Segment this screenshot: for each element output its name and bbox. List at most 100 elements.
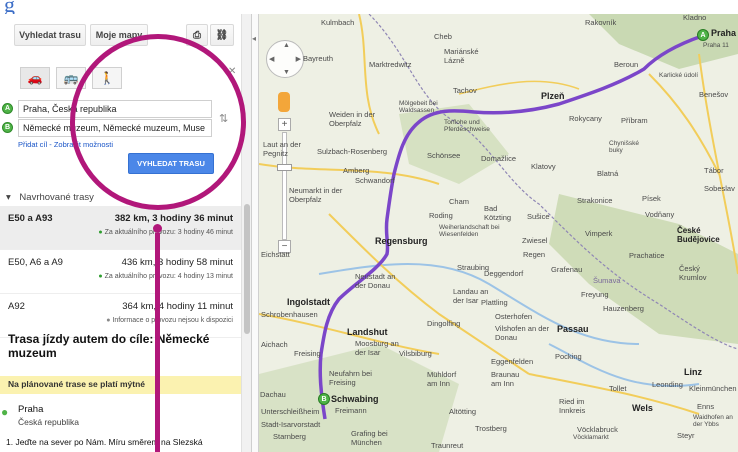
panel-collapse-handle[interactable]: ◂	[252, 14, 259, 452]
map-label: Schwabing	[331, 394, 379, 404]
start-pin-icon: ●	[1, 405, 9, 419]
map-label: Domažlice	[481, 154, 517, 163]
map-label: Zwiesel	[522, 236, 548, 245]
map-label: Waidhofen an der Ybbs	[693, 414, 733, 428]
map-label: Osterhofen	[495, 312, 533, 321]
highway	[648, 73, 720, 175]
route-option[interactable]: E50 a A93 382 km, 3 hodiny 36 minut ● Za…	[0, 206, 241, 250]
map-label: Karlické údolí	[659, 72, 699, 79]
map-label: Vilsbiburg	[399, 349, 432, 358]
map-label: Altötting	[449, 407, 477, 416]
map-label: Vimperk	[585, 229, 613, 238]
car-icon[interactable]: 🚗	[20, 67, 50, 89]
pan-down-icon[interactable]: ▼	[283, 69, 290, 76]
map-label: Ried im Innkreis	[559, 397, 586, 415]
map-label: Freimann	[335, 406, 367, 415]
map-label: Grafing bei München	[351, 429, 388, 447]
map-label: Klatovy	[531, 162, 556, 171]
map-label: Dachau	[260, 390, 286, 399]
route-traffic: ● Informace o provozu nejsou k dispozici	[106, 317, 233, 324]
map-label: Deggendorf	[484, 269, 524, 278]
pan-right-icon[interactable]: ▶	[296, 55, 301, 63]
pan-left-icon[interactable]: ◀	[269, 55, 274, 63]
chevron-left-icon[interactable]: ◂	[252, 34, 256, 43]
callout-line	[155, 233, 160, 452]
marker-a-icon[interactable]: A	[697, 29, 709, 41]
route-distance: 364 km, 4 hodiny 11 minut	[122, 301, 233, 312]
map-label: Bayreuth	[303, 54, 334, 63]
scrollbar-thumb[interactable]	[244, 204, 250, 334]
map-label: Kulmbach	[321, 18, 355, 27]
map-label: Wels	[632, 403, 653, 413]
suggested-routes-header[interactable]: ▾ Navrhované trasy	[6, 192, 94, 203]
direction-step[interactable]: 1. Jeďte na sever po Nám. Míru směrem na…	[6, 437, 234, 448]
map-label: Weiherlandschaft bei Wiesenfelden	[439, 224, 500, 238]
terrain-area	[399, 104, 509, 184]
map-label: Cham	[449, 197, 470, 206]
map-label: Mariánské Lázně	[444, 47, 479, 65]
map-label: Cheb	[434, 32, 452, 41]
page-header: g	[0, 0, 738, 17]
map-label: Aichach	[261, 340, 288, 349]
map-label: Mühldorf am Inn	[427, 370, 457, 388]
map-label: Ingolstadt	[287, 297, 330, 307]
map-label: Chynišské buky	[609, 140, 639, 154]
directions-title: Trasa jízdy autem do cíle: Německé muzeu…	[8, 332, 210, 361]
route-traffic: ● Za aktuálního provozu: 4 hodiny 13 min…	[98, 273, 233, 280]
get-directions-button[interactable]: Vyhledat trasu	[14, 24, 86, 46]
map-label: Moosburg an der Isar	[355, 339, 399, 357]
route-name: A92	[8, 301, 25, 312]
pan-up-icon[interactable]: ▲	[283, 42, 290, 49]
map-label: Plzeň	[541, 91, 565, 101]
map-label: Tollet	[609, 384, 627, 393]
map-label: Starnberg	[273, 432, 306, 441]
map-label: Strakonice	[577, 196, 613, 205]
street-view-icon[interactable]	[278, 92, 290, 112]
map-label: Hauzenberg	[603, 304, 644, 313]
route-option[interactable]: E50, A6 a A9 436 km, 3 hodiny 58 minut ●…	[0, 250, 241, 294]
map-label: Dingolfing	[427, 319, 461, 328]
map-canvas[interactable]: ▲ ▼ ◀ ▶ + − A B Kulmbach Bayreuth Marktr…	[259, 14, 738, 452]
marker-b-icon[interactable]: B	[318, 393, 330, 405]
map-label: Praha 11	[703, 42, 729, 49]
map-label: Linz	[684, 367, 702, 377]
map-label: Kladno	[683, 14, 707, 22]
map-label: Leonding	[652, 380, 683, 389]
map-label: Steyr	[677, 431, 695, 440]
map-label: Schrobenhausen	[261, 310, 318, 319]
start-country: Česká republika	[18, 417, 79, 427]
map-label: Torflohe und Pferdeschweise	[444, 119, 490, 133]
panel-scrollbar[interactable]	[241, 14, 251, 452]
highlight-circle	[70, 34, 246, 210]
zoom-slider-knob[interactable]	[277, 164, 292, 171]
pan-control[interactable]: ▲ ▼ ◀ ▶	[266, 40, 304, 78]
map-label: Benešov	[699, 90, 729, 99]
map-label: Marktredwitz	[369, 60, 412, 69]
route-distance: 436 km, 3 hodiny 58 minut	[121, 257, 233, 268]
zoom-in-button[interactable]: +	[278, 118, 291, 131]
map-label: Bad Kötzting	[484, 204, 512, 222]
map-label: Rokycany	[569, 114, 602, 123]
map-label: Neumarkt in der Oberpfalz	[289, 186, 343, 204]
route-traffic-text: Za aktuálního provozu: 4 hodiny 13 minut	[104, 273, 233, 280]
map-label: Grafenau	[551, 265, 583, 274]
map-label: Tachov	[453, 86, 477, 95]
link-icon[interactable]: ⛓	[210, 24, 234, 46]
map-label: Neustadt an der Donau	[355, 272, 396, 290]
map-label: Písek	[642, 194, 661, 203]
route-traffic-text: Informace o provozu nejsou k dispozici	[112, 317, 233, 324]
map-label: Traunreut	[431, 441, 464, 450]
map-label: Pocking	[555, 352, 582, 361]
toll-notice: Na plánované trase se platí mýtné	[0, 376, 241, 394]
map-label: Sušice	[527, 212, 550, 221]
map-label: Plattling	[481, 298, 508, 307]
map-label: Prachatice	[629, 251, 665, 260]
map-label: Sulzbach-Rosenberg	[317, 147, 388, 156]
map-label: Enns	[697, 402, 715, 411]
map-label: Weiden in der Oberpfalz	[329, 110, 376, 128]
suggested-routes-label: Navrhované trasy	[19, 192, 94, 203]
map-label: Amberg	[343, 166, 370, 175]
map-label: Český Krumlov	[679, 264, 707, 282]
map-label: Landshut	[347, 327, 388, 337]
route-traffic-text: Za aktuálního provozu: 3 hodiny 46 minut	[104, 229, 233, 236]
